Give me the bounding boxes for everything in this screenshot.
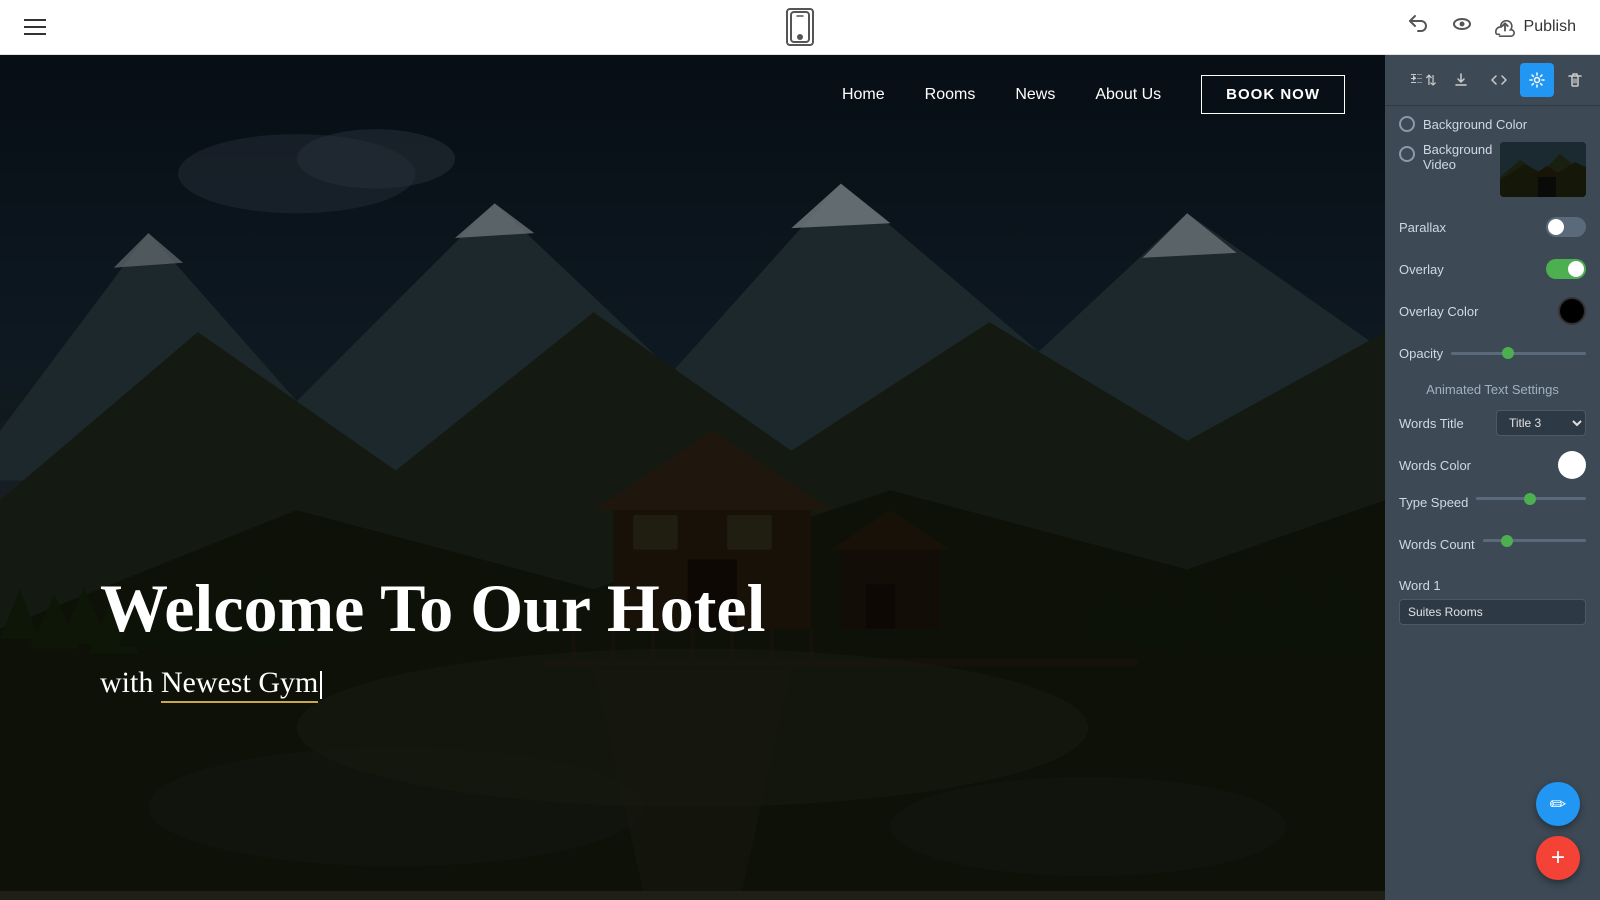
topbar-left bbox=[24, 19, 46, 35]
overlay-color-row: Overlay Color bbox=[1399, 297, 1586, 325]
panel-toolbar: ⇅ bbox=[1385, 55, 1600, 106]
words-count-label: Words Count bbox=[1399, 535, 1475, 552]
hero-navigation: Home Rooms News About Us BOOK NOW bbox=[0, 55, 1385, 134]
nav-news[interactable]: News bbox=[1015, 86, 1055, 104]
hero-section: Home Rooms News About Us BOOK NOW Welcom… bbox=[0, 55, 1385, 900]
opacity-slider[interactable] bbox=[1451, 352, 1586, 355]
opacity-label: Opacity bbox=[1399, 346, 1443, 361]
code-button[interactable] bbox=[1482, 63, 1516, 97]
type-speed-slider[interactable] bbox=[1476, 497, 1586, 500]
nav-rooms[interactable]: Rooms bbox=[925, 86, 976, 104]
bg-video-label: Background Video bbox=[1423, 142, 1492, 172]
overlay-label: Overlay bbox=[1399, 262, 1444, 277]
hero-content: Welcome To Our Hotel with Newest Gym bbox=[100, 571, 766, 700]
words-title-label: Words Title bbox=[1399, 416, 1464, 431]
word1-row: Word 1 bbox=[1399, 577, 1586, 625]
overlay-color-label: Overlay Color bbox=[1399, 304, 1478, 319]
book-now-button[interactable]: BOOK NOW bbox=[1201, 75, 1345, 114]
animated-text-header: Animated Text Settings bbox=[1426, 382, 1559, 397]
bg-color-radio[interactable] bbox=[1399, 116, 1415, 132]
words-title-row: Words Title Title 1 Title 2 Title 3 Titl… bbox=[1399, 409, 1586, 437]
download-button[interactable] bbox=[1444, 63, 1478, 97]
opacity-row: Opacity bbox=[1399, 339, 1586, 367]
undo-icon[interactable] bbox=[1406, 12, 1430, 42]
hero-title: Welcome To Our Hotel bbox=[100, 571, 766, 646]
publish-button[interactable]: Publish bbox=[1494, 16, 1576, 38]
add-fab-button[interactable]: + bbox=[1536, 836, 1580, 880]
parallax-row: Parallax bbox=[1399, 213, 1586, 241]
bg-video-option[interactable]: Background Video bbox=[1399, 142, 1586, 197]
words-color-swatch[interactable] bbox=[1558, 451, 1586, 479]
canvas-area: Home Rooms News About Us BOOK NOW Welcom… bbox=[0, 55, 1600, 900]
words-color-row: Words Color bbox=[1399, 451, 1586, 479]
add-icon: + bbox=[1551, 844, 1565, 872]
bg-color-option[interactable]: Background Color bbox=[1399, 116, 1586, 132]
fab-container: ✏ + bbox=[1536, 782, 1580, 880]
nav-home[interactable]: Home bbox=[842, 86, 885, 104]
type-speed-row: Type Speed bbox=[1399, 493, 1586, 521]
edit-icon: ✏ bbox=[1550, 792, 1567, 817]
bg-color-label: Background Color bbox=[1423, 117, 1527, 132]
topbar-center bbox=[786, 8, 814, 46]
type-speed-label: Type Speed bbox=[1399, 493, 1468, 510]
parallax-label: Parallax bbox=[1399, 220, 1446, 235]
nav-about[interactable]: About Us bbox=[1095, 86, 1161, 104]
edit-fab-button[interactable]: ✏ bbox=[1536, 782, 1580, 826]
hamburger-menu[interactable] bbox=[24, 19, 46, 35]
sort-button[interactable]: ⇅ bbox=[1406, 63, 1440, 97]
words-count-slider[interactable] bbox=[1483, 539, 1586, 542]
parallax-toggle[interactable] bbox=[1546, 217, 1586, 237]
bg-video-thumbnail[interactable] bbox=[1500, 142, 1586, 197]
subtitle-prefix: with bbox=[100, 666, 161, 699]
overlay-row: Overlay bbox=[1399, 255, 1586, 283]
words-color-label: Words Color bbox=[1399, 458, 1471, 473]
panel-settings: Background Color Background Video bbox=[1385, 106, 1600, 900]
publish-label: Publish bbox=[1524, 18, 1576, 36]
topbar-right: Publish bbox=[1406, 12, 1576, 42]
text-cursor bbox=[320, 671, 322, 699]
words-title-select[interactable]: Title 1 Title 2 Title 3 Title 4 bbox=[1496, 410, 1586, 436]
settings-button[interactable] bbox=[1520, 63, 1554, 97]
bg-video-radio[interactable] bbox=[1399, 146, 1415, 162]
hero-subtitle: with Newest Gym bbox=[100, 666, 766, 700]
overlay-toggle[interactable] bbox=[1546, 259, 1586, 279]
overlay-color-swatch[interactable] bbox=[1558, 297, 1586, 325]
right-panel: ⇅ bbox=[1385, 55, 1600, 900]
subtitle-animated: Newest Gym bbox=[161, 666, 318, 703]
preview-icon[interactable] bbox=[1450, 12, 1474, 42]
word1-label: Word 1 bbox=[1399, 578, 1441, 593]
mobile-preview-button[interactable] bbox=[786, 8, 814, 46]
topbar: Publish bbox=[0, 0, 1600, 55]
words-count-row: Words Count bbox=[1399, 535, 1586, 563]
trash-button[interactable] bbox=[1558, 63, 1592, 97]
word1-input[interactable] bbox=[1399, 599, 1586, 625]
hero-overlay bbox=[0, 55, 1385, 900]
